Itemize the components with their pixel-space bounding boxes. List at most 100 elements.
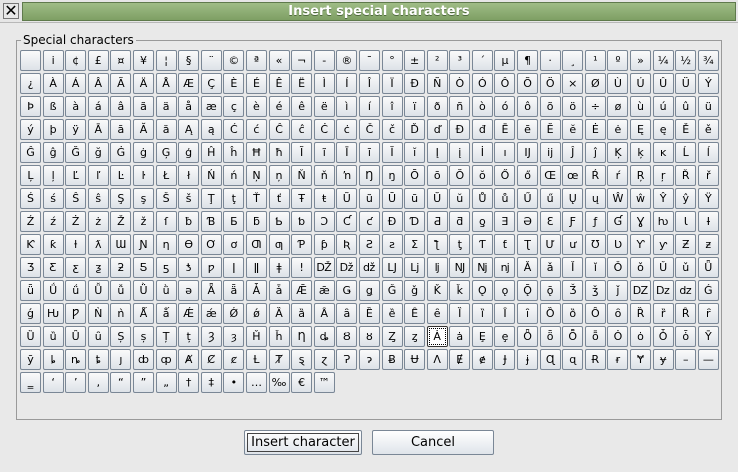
char-button[interactable]: ɍ (607, 349, 629, 370)
char-button[interactable]: ĳ (539, 142, 561, 163)
char-button[interactable]: š (178, 188, 200, 209)
char-button[interactable]: ƿ (200, 257, 222, 278)
char-button[interactable]: ” (132, 372, 154, 393)
char-button[interactable]: Ƣ (245, 234, 267, 255)
char-button[interactable]: ã (132, 96, 154, 117)
char-button[interactable]: ț (178, 326, 200, 347)
char-button[interactable]: Ɣ (630, 211, 652, 232)
char-button[interactable]: ± (404, 50, 426, 71)
char-button[interactable]: Ğ (65, 142, 87, 163)
char-button[interactable]: Ɇ (449, 349, 471, 370)
char-button[interactable]: ȼ (223, 349, 245, 370)
char-button[interactable]: Ɵ (178, 234, 200, 255)
char-button[interactable]: Ǖ (697, 257, 719, 278)
char-button[interactable]: ȣ (358, 326, 380, 347)
char-button[interactable]: ® (336, 50, 358, 71)
char-button[interactable]: ż (87, 211, 109, 232)
char-button[interactable]: Ƿ (65, 303, 87, 324)
char-button[interactable]: ǂ (268, 257, 290, 278)
char-button[interactable]: Ħ (245, 142, 267, 163)
char-button[interactable]: Ƌ (426, 211, 448, 232)
char-button[interactable]: ƴ (652, 234, 674, 255)
char-button[interactable]: ȶ (87, 349, 109, 370)
char-button[interactable]: æ (200, 96, 222, 117)
char-button[interactable]: ȯ (630, 326, 652, 347)
char-button[interactable]: Ȕ (20, 326, 41, 347)
char-button[interactable]: Ȱ (652, 326, 674, 347)
char-button[interactable]: Ʋ (607, 234, 629, 255)
char-button[interactable]: ǉ (426, 257, 448, 278)
char-button[interactable]: Ȩ (471, 326, 493, 347)
char-button[interactable]: ď (426, 119, 448, 140)
char-button[interactable]: Ǩ (426, 280, 448, 301)
char-button[interactable]: º (607, 50, 629, 71)
char-button[interactable]: ǁ (245, 257, 267, 278)
char-button[interactable]: Ĭ (381, 142, 403, 163)
char-button[interactable]: ¿ (20, 73, 41, 94)
char-button[interactable]: ƽ (155, 257, 177, 278)
char-button[interactable]: ļ (42, 165, 64, 186)
char-button[interactable]: Ɛ (539, 211, 561, 232)
char-button[interactable]: ī (358, 142, 380, 163)
char-button[interactable]: ‡ (200, 372, 222, 393)
char-button[interactable]: ï (404, 96, 426, 117)
char-button[interactable]: Ĝ (20, 142, 41, 163)
char-button[interactable]: Ǚ (87, 280, 109, 301)
char-button[interactable]: Ǡ (245, 280, 267, 301)
char-button[interactable]: Ù (607, 73, 629, 94)
char-button[interactable]: „ (155, 372, 177, 393)
char-button[interactable]: Ř (675, 165, 697, 186)
close-icon[interactable]: ✕ (3, 3, 19, 19)
char-button[interactable]: Ā (87, 119, 109, 140)
char-button[interactable]: Ƕ (42, 303, 64, 324)
char-button[interactable]: ŋ (381, 165, 403, 186)
char-button[interactable]: ƃ (245, 211, 267, 232)
char-button[interactable]: Ŗ (630, 165, 652, 186)
char-button[interactable]: œ (562, 165, 584, 186)
char-button[interactable]: Ľ (65, 165, 87, 186)
char-button[interactable]: ÷ (584, 96, 606, 117)
char-button[interactable]: Ò (449, 73, 471, 94)
char-button[interactable]: Ņ (245, 165, 267, 186)
char-button[interactable]: — (697, 349, 719, 370)
char-button[interactable]: Ɖ (381, 211, 403, 232)
char-button[interactable]: ȝ (223, 326, 245, 347)
char-button[interactable]: Ǹ (87, 303, 109, 324)
char-button[interactable]: ȸ (132, 349, 154, 370)
char-button[interactable]: ƥ (313, 234, 335, 255)
char-button[interactable]: Ƴ (630, 234, 652, 255)
char-button[interactable]: Ȟ (245, 326, 267, 347)
char-button[interactable]: ŗ (652, 165, 674, 186)
char-button[interactable]: ȫ (539, 326, 561, 347)
char-button[interactable]: Ô (494, 73, 516, 94)
char-button[interactable]: ǟ (223, 280, 245, 301)
char-button[interactable]: ķ (630, 142, 652, 163)
char-button[interactable]: ǡ (268, 280, 290, 301)
char-button[interactable]: ơ (223, 234, 245, 255)
char-button[interactable]: § (178, 50, 200, 71)
char-button[interactable]: Đ (449, 119, 471, 140)
char-button[interactable]: Ã (110, 73, 132, 94)
char-button[interactable]: ł (178, 165, 200, 186)
char-button[interactable]: ň (313, 165, 335, 186)
char-button[interactable]: Ŷ (652, 188, 674, 209)
char-button[interactable]: Ȥ (381, 326, 403, 347)
char-button[interactable]: û (675, 96, 697, 117)
char-button[interactable]: Ł (155, 165, 177, 186)
char-button[interactable]: Ñ (426, 73, 448, 94)
char-button[interactable]: É (245, 73, 267, 94)
char-button[interactable]: ° (381, 50, 403, 71)
char-button[interactable]: ǌ (494, 257, 516, 278)
char-button[interactable]: Ĳ (517, 142, 539, 163)
char-button[interactable]: ǹ (110, 303, 132, 324)
char-button[interactable]: Ŭ (426, 188, 448, 209)
char-button[interactable]: Ƭ (471, 234, 493, 255)
char-button[interactable]: ǝ (178, 280, 200, 301)
char-button[interactable]: ¼ (652, 50, 674, 71)
char-button[interactable]: Í (336, 73, 358, 94)
char-button[interactable] (20, 50, 41, 71)
char-button[interactable]: ƭ (494, 234, 516, 255)
char-button[interactable]: Ű (517, 188, 539, 209)
char-button[interactable]: ƪ (426, 234, 448, 255)
char-button[interactable]: ȃ (336, 303, 358, 324)
